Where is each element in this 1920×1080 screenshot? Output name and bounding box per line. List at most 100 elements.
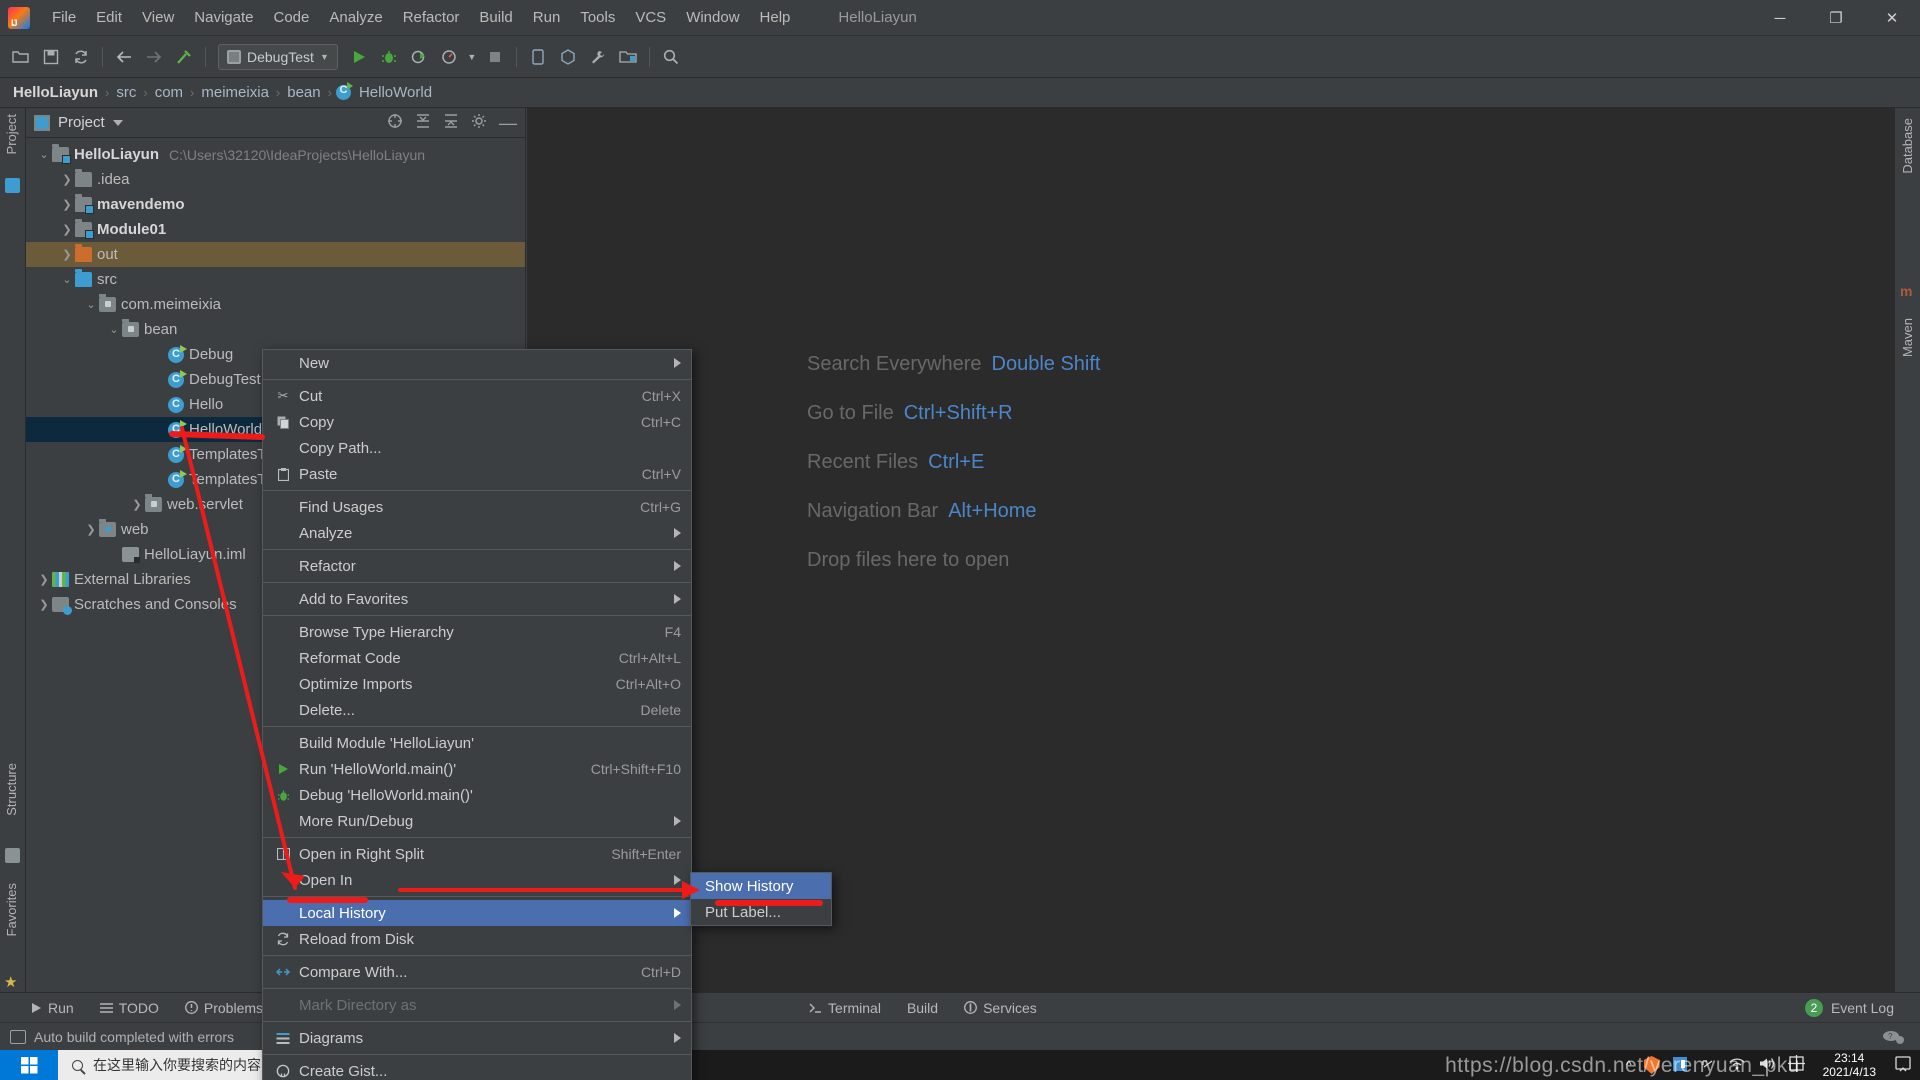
stripe-favorites-label[interactable]: Favorites: [4, 883, 19, 936]
gear-icon[interactable]: [471, 113, 487, 133]
breadcrumb-item-src[interactable]: src: [113, 84, 139, 101]
menu-window[interactable]: Window: [676, 5, 749, 30]
maven-icon[interactable]: m: [1900, 283, 1912, 299]
chevron-down-icon-2[interactable]: ▼: [464, 42, 480, 72]
breadcrumb-item-bean[interactable]: bean: [284, 84, 323, 101]
save-icon[interactable]: [36, 42, 66, 72]
select-opened-file-icon[interactable]: [387, 113, 403, 133]
chevron-right-icon[interactable]: ❯: [36, 598, 52, 611]
menu-file[interactable]: File: [42, 5, 86, 30]
event-log-area[interactable]: 2 Event Log: [1804, 998, 1894, 1017]
ctx-item-optimize-imports[interactable]: Optimize Imports Ctrl+Alt+O: [263, 671, 691, 697]
hammer-build-icon[interactable]: [169, 42, 199, 72]
notification-center-icon[interactable]: [1894, 1055, 1912, 1076]
ctx-item-copy[interactable]: Copy Ctrl+C: [263, 409, 691, 435]
menu-code[interactable]: Code: [263, 5, 319, 30]
menu-help[interactable]: Help: [750, 5, 801, 30]
ctx-item-build-module[interactable]: Build Module 'HelloLiayun': [263, 730, 691, 756]
submenu-item-show-history[interactable]: Show History: [691, 873, 831, 899]
run-green-triangle-icon[interactable]: [344, 42, 374, 72]
menu-edit[interactable]: Edit: [86, 5, 132, 30]
ctx-item-delete[interactable]: Delete... Delete: [263, 697, 691, 723]
open-folder-icon[interactable]: [6, 42, 36, 72]
ctx-item-debug-main[interactable]: Debug 'HelloWorld.main()': [263, 782, 691, 808]
chevron-right-icon[interactable]: ❯: [36, 573, 52, 586]
wrench-settings-icon[interactable]: [583, 42, 613, 72]
tree-row-bean[interactable]: ⌄ bean: [26, 317, 525, 342]
structure-icon[interactable]: [5, 848, 20, 863]
tree-row-out[interactable]: ❯ out: [26, 242, 525, 267]
taskbar-clock[interactable]: 23:14 2021/4/13: [1817, 1051, 1882, 1079]
run-with-coverage-icon[interactable]: [404, 42, 434, 72]
toolwindow-run[interactable]: Run: [30, 1000, 74, 1016]
collapse-all-icon[interactable]: [443, 113, 459, 133]
profiler-icon[interactable]: [434, 42, 464, 72]
stripe-project-label[interactable]: Project: [4, 114, 19, 154]
run-configuration-selector[interactable]: DebugTest ▼: [218, 43, 338, 70]
menu-run[interactable]: Run: [523, 5, 571, 30]
breadcrumb-item-helloworld[interactable]: HelloWorld: [356, 84, 435, 101]
debug-bug-icon[interactable]: [374, 42, 404, 72]
ctx-item-reload-from-disk[interactable]: Reload from Disk: [263, 926, 691, 952]
tree-row-helloliayun[interactable]: ⌄ HelloLiayun C:\Users\32120\IdeaProject…: [26, 142, 525, 167]
commit-icon[interactable]: [5, 178, 20, 193]
ctx-item-open-in[interactable]: Open In: [263, 867, 691, 893]
toolwindow-todo[interactable]: TODO: [99, 1000, 159, 1016]
ctx-item-cut[interactable]: ✂ Cut Ctrl+X: [263, 383, 691, 409]
submenu-item-put-label[interactable]: Put Label...: [691, 899, 831, 925]
help-settings-icon[interactable]: ?: [1882, 1029, 1904, 1045]
ctx-item-compare-with[interactable]: Compare With... Ctrl+D: [263, 959, 691, 985]
chevron-right-icon[interactable]: ❯: [83, 523, 99, 536]
menu-navigate[interactable]: Navigate: [184, 5, 263, 30]
tree-row-src[interactable]: ⌄ src: [26, 267, 525, 292]
chevron-down-icon[interactable]: ⌄: [59, 273, 75, 286]
ctx-item-copy-path[interactable]: Copy Path...: [263, 435, 691, 461]
ctx-item-run-main[interactable]: Run 'HelloWorld.main()' Ctrl+Shift+F10: [263, 756, 691, 782]
hide-icon[interactable]: —: [499, 114, 517, 132]
chevron-down-icon[interactable]: ⌄: [106, 323, 122, 336]
tree-row-com-meimeixia[interactable]: ⌄ com.meimeixia: [26, 292, 525, 317]
menu-vcs[interactable]: VCS: [625, 5, 676, 30]
chevron-right-icon[interactable]: ❯: [59, 248, 75, 261]
ctx-item-more-run-debug[interactable]: More Run/Debug: [263, 808, 691, 834]
ctx-item-paste[interactable]: Paste Ctrl+V: [263, 461, 691, 487]
ctx-item-diagrams[interactable]: Diagrams: [263, 1025, 691, 1051]
chevron-down-icon[interactable]: ⌄: [83, 298, 99, 311]
toolwindow-terminal[interactable]: Terminal: [809, 1000, 881, 1016]
menu-view[interactable]: View: [132, 5, 184, 30]
ctx-item-reformat-code[interactable]: Reformat Code Ctrl+Alt+L: [263, 645, 691, 671]
stripe-maven-label[interactable]: Maven: [1900, 318, 1915, 357]
stripe-structure-label[interactable]: Structure: [4, 763, 19, 816]
windows-start-icon[interactable]: [0, 1050, 58, 1080]
tree-row-mavendemo[interactable]: ❯ mavendemo: [26, 192, 525, 217]
ctx-item-local-history[interactable]: Local History: [263, 900, 691, 926]
chevron-right-icon[interactable]: ❯: [129, 498, 145, 511]
project-structure-icon[interactable]: [613, 42, 643, 72]
stop-square-icon[interactable]: [480, 42, 510, 72]
maximize-button[interactable]: ❐: [1808, 0, 1864, 36]
sync-icon[interactable]: [66, 42, 96, 72]
tree-row-module01[interactable]: ❯ Module01: [26, 217, 525, 242]
ctx-item-refactor[interactable]: Refactor: [263, 553, 691, 579]
breadcrumb-item-meimeixia[interactable]: meimeixia: [198, 84, 272, 101]
chevron-right-icon[interactable]: ❯: [59, 173, 75, 186]
toolwindow-problems[interactable]: Problems: [184, 1000, 263, 1016]
toolwindow-services[interactable]: Services: [964, 1000, 1037, 1016]
minimize-button[interactable]: ─: [1752, 0, 1808, 36]
ctx-item-find-usages[interactable]: Find Usages Ctrl+G: [263, 494, 691, 520]
ctx-item-open-in-right-split[interactable]: Open in Right Split Shift+Enter: [263, 841, 691, 867]
chevron-down-icon[interactable]: [112, 119, 123, 126]
chevron-right-icon[interactable]: ❯: [59, 223, 75, 236]
back-arrow-icon[interactable]: [109, 42, 139, 72]
tree-row-idea[interactable]: ❯ .idea: [26, 167, 525, 192]
ctx-item-analyze[interactable]: Analyze: [263, 520, 691, 546]
ctx-item-new[interactable]: New: [263, 350, 691, 376]
menu-build[interactable]: Build: [469, 5, 522, 30]
menu-refactor[interactable]: Refactor: [393, 5, 470, 30]
search-icon[interactable]: [656, 42, 686, 72]
android-virtual-device-icon[interactable]: [523, 42, 553, 72]
menu-analyze[interactable]: Analyze: [319, 5, 392, 30]
star-icon[interactable]: ★: [4, 973, 17, 991]
chevron-down-icon[interactable]: ⌄: [36, 148, 52, 161]
editor-empty-area[interactable]: Search Everywhere Double Shift Go to Fil…: [527, 108, 1894, 992]
